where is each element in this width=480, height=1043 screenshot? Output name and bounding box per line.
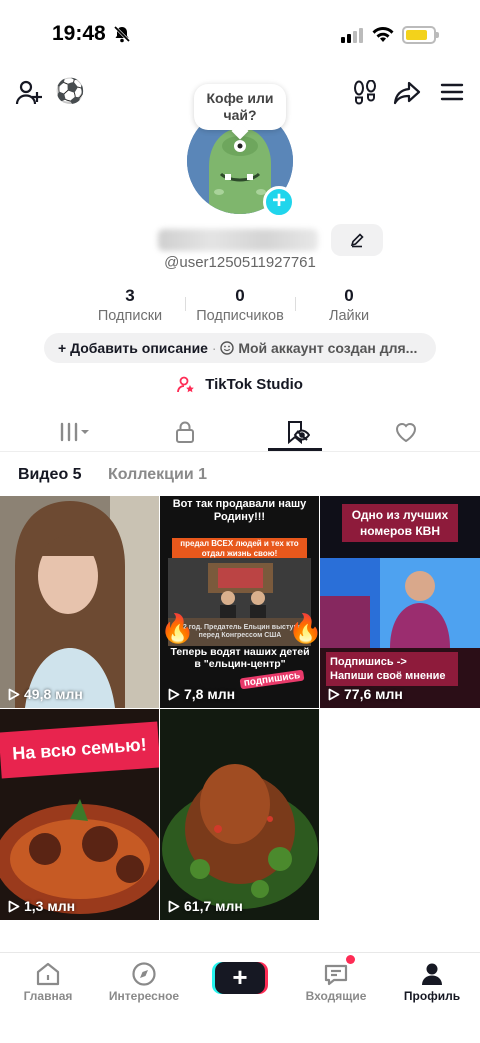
status-bar: 19:48 [0,0,480,70]
play-icon [8,900,20,912]
home-icon [36,962,60,986]
subtab-collections[interactable]: Коллекции 1 [108,466,207,483]
video-views-count: 61,7 млн [184,898,243,914]
video-caption: Теперь водят наших детей в "ельцин-центр… [170,646,310,670]
nav-home[interactable]: Главная [0,959,96,1003]
plus-icon: + [232,962,248,992]
username: @user1250511927761 [164,254,316,271]
subscribe-sticker: подпишись [239,669,305,690]
pencil-icon [350,233,364,248]
share-icon[interactable] [393,80,421,106]
stat-following-label: Подписки [97,308,163,324]
video-views: 7,8 млн [168,686,235,702]
stat-likes[interactable]: 0 Лайки [294,286,404,324]
studio-label: TikTok Studio [205,376,303,393]
play-icon [8,688,20,700]
tab-liked[interactable] [346,412,466,452]
status-time: 19:48 [52,22,106,45]
fire-icon: 🔥 [288,613,319,644]
tab-active-indicator [268,448,322,451]
separator-dot: · [211,340,217,356]
studio-icon [177,376,194,393]
menu-icon[interactable] [440,82,464,102]
tab-videos-grid[interactable] [15,412,135,452]
heart-icon [395,423,417,443]
video-views-count: 77,6 млн [344,686,403,702]
video-views-count: 1,3 млн [24,898,76,914]
note-bubble[interactable]: Кофе или чай? [194,84,286,130]
battery-icon [402,26,439,44]
nav-inbox-label: Входящие [305,989,367,1003]
signal-icon [341,28,363,43]
video-views-count: 49,8 млн [24,686,83,702]
fire-icon: 🔥 [160,613,195,644]
nav-discover[interactable]: Интересное [96,959,192,1003]
grid-icon [60,422,89,442]
bookmark-eye-icon [288,421,310,444]
video-caption-highlight: предал ВСЕХ людей и тех кто отдал жизнь … [172,538,307,560]
smile-icon [220,341,235,355]
profile-icon [422,963,442,985]
stat-following[interactable]: 3 Подписки [75,286,185,324]
video-views-count: 7,8 млн [184,686,236,702]
nav-profile[interactable]: Профиль [384,959,480,1003]
video-tile[interactable]: 49,8 млн [0,496,159,708]
nav-inbox[interactable]: Входящие [288,959,384,1003]
play-icon [168,688,180,700]
video-caption: Одно из лучших номеров КВН [342,504,458,542]
video-views: 49,8 млн [8,686,83,702]
description-pill[interactable]: + Добавить описание · Мой аккаунт создан… [44,333,436,363]
stat-likes-label: Лайки [328,308,370,324]
add-friend-icon[interactable] [14,78,44,108]
sub-tabs: Видео 5 Коллекции 1 [18,466,207,484]
video-tile[interactable]: 61,7 млн [160,709,319,920]
lock-icon [176,421,194,443]
video-views: 77,6 млн [328,686,403,702]
stat-followers-value: 0 [235,286,245,305]
edit-profile-button[interactable] [331,224,383,256]
video-views: 61,7 млн [168,898,243,914]
tab-saved[interactable] [237,412,357,452]
compass-icon [132,962,156,986]
stat-followers-label: Подписчиков [196,308,284,324]
nav-profile-label: Профиль [403,989,461,1003]
bell-off-icon [113,25,131,43]
video-caption: Подпишись -> Напиши своё мнение [326,652,458,686]
stat-followers[interactable]: 0 Подписчиков [185,286,295,324]
tab-private[interactable] [125,412,245,452]
stat-likes-value: 0 [344,286,354,305]
play-icon [168,900,180,912]
display-name-blurred [158,229,318,251]
footprint-icon[interactable] [352,80,378,106]
account-created-text: Мой аккаунт создан для... [238,340,418,356]
wifi-icon [372,27,394,42]
battery-level [406,30,427,40]
avatar-add-button[interactable]: + [263,186,295,218]
nav-home-label: Главная [23,989,73,1003]
soccer-ball-icon[interactable]: ⚽ [55,78,85,106]
inbox-icon [324,964,348,986]
inbox-badge [346,955,355,964]
video-thumbnail [0,496,159,708]
nav-discover-label: Интересное [108,989,180,1003]
video-tile[interactable]: На всю семью! 1,3 млн [0,709,159,920]
stat-following-value: 3 [125,286,135,305]
play-icon [328,688,340,700]
video-caption: Вот так продавали нашу Родину!!! [172,498,307,523]
tiktok-studio-link[interactable]: TikTok Studio [0,376,480,394]
video-thumbnail [160,709,319,920]
video-tile[interactable]: Вот так продавали нашу Родину!!! предал … [160,496,319,708]
video-tile[interactable]: Одно из лучших номеров КВН Подпишись -> … [320,496,480,708]
create-button[interactable]: + [215,962,265,994]
subtab-videos[interactable]: Видео 5 [18,466,82,483]
add-description-link[interactable]: + Добавить описание [58,340,208,356]
content-tabs [0,412,480,452]
note-bubble-text: Кофе или чай? [206,90,274,123]
video-views: 1,3 млн [8,898,75,914]
